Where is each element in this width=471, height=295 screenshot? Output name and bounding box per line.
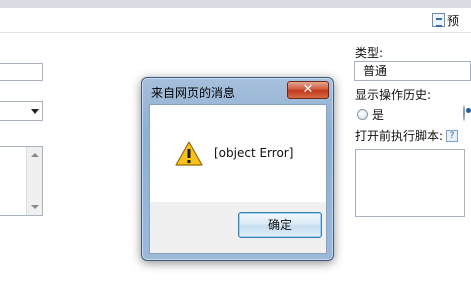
dialog-close-button[interactable]: ✕	[287, 81, 329, 99]
message-dialog: 来自网页的消息 ✕ [object Error] 确定	[141, 77, 334, 261]
preview-label: 预	[447, 13, 460, 28]
left-text-input[interactable]	[0, 63, 43, 81]
script-textarea[interactable]	[355, 149, 465, 217]
history-label: 显示操作历史:	[355, 88, 432, 102]
left-textarea-scrollbar[interactable]	[26, 147, 42, 215]
scroll-down-icon[interactable]	[31, 205, 39, 209]
history-second-radio[interactable]	[463, 105, 465, 121]
script-label-row: 打开前执行脚本: ?	[355, 127, 459, 144]
scroll-up-icon[interactable]	[31, 153, 39, 157]
warning-icon	[175, 141, 203, 166]
type-label: 类型:	[355, 46, 384, 60]
close-icon[interactable]: ✕	[303, 82, 314, 97]
ok-button[interactable]: 确定	[238, 212, 322, 238]
preview-button[interactable]: 预	[432, 10, 459, 30]
dialog-title: 来自网页的消息	[151, 86, 236, 100]
dialog-message: [object Error]	[214, 146, 294, 160]
left-select[interactable]	[0, 101, 43, 121]
script-help-icon[interactable]: ?	[446, 129, 459, 142]
preview-icon	[432, 13, 445, 27]
toolbar-divider	[0, 32, 471, 33]
script-label: 打开前执行脚本:	[355, 129, 444, 143]
radio-selected-icon[interactable]	[463, 105, 465, 121]
history-yes-radio[interactable]: 是	[357, 106, 384, 123]
dialog-body: [object Error] 确定	[149, 104, 327, 254]
top-strip	[0, 0, 471, 8]
dialog-content-area: [object Error]	[150, 105, 326, 202]
type-select[interactable]: 普通	[354, 61, 471, 81]
chevron-down-icon	[31, 108, 39, 114]
radio-icon[interactable]	[357, 109, 368, 120]
history-yes-label: 是	[372, 108, 385, 122]
